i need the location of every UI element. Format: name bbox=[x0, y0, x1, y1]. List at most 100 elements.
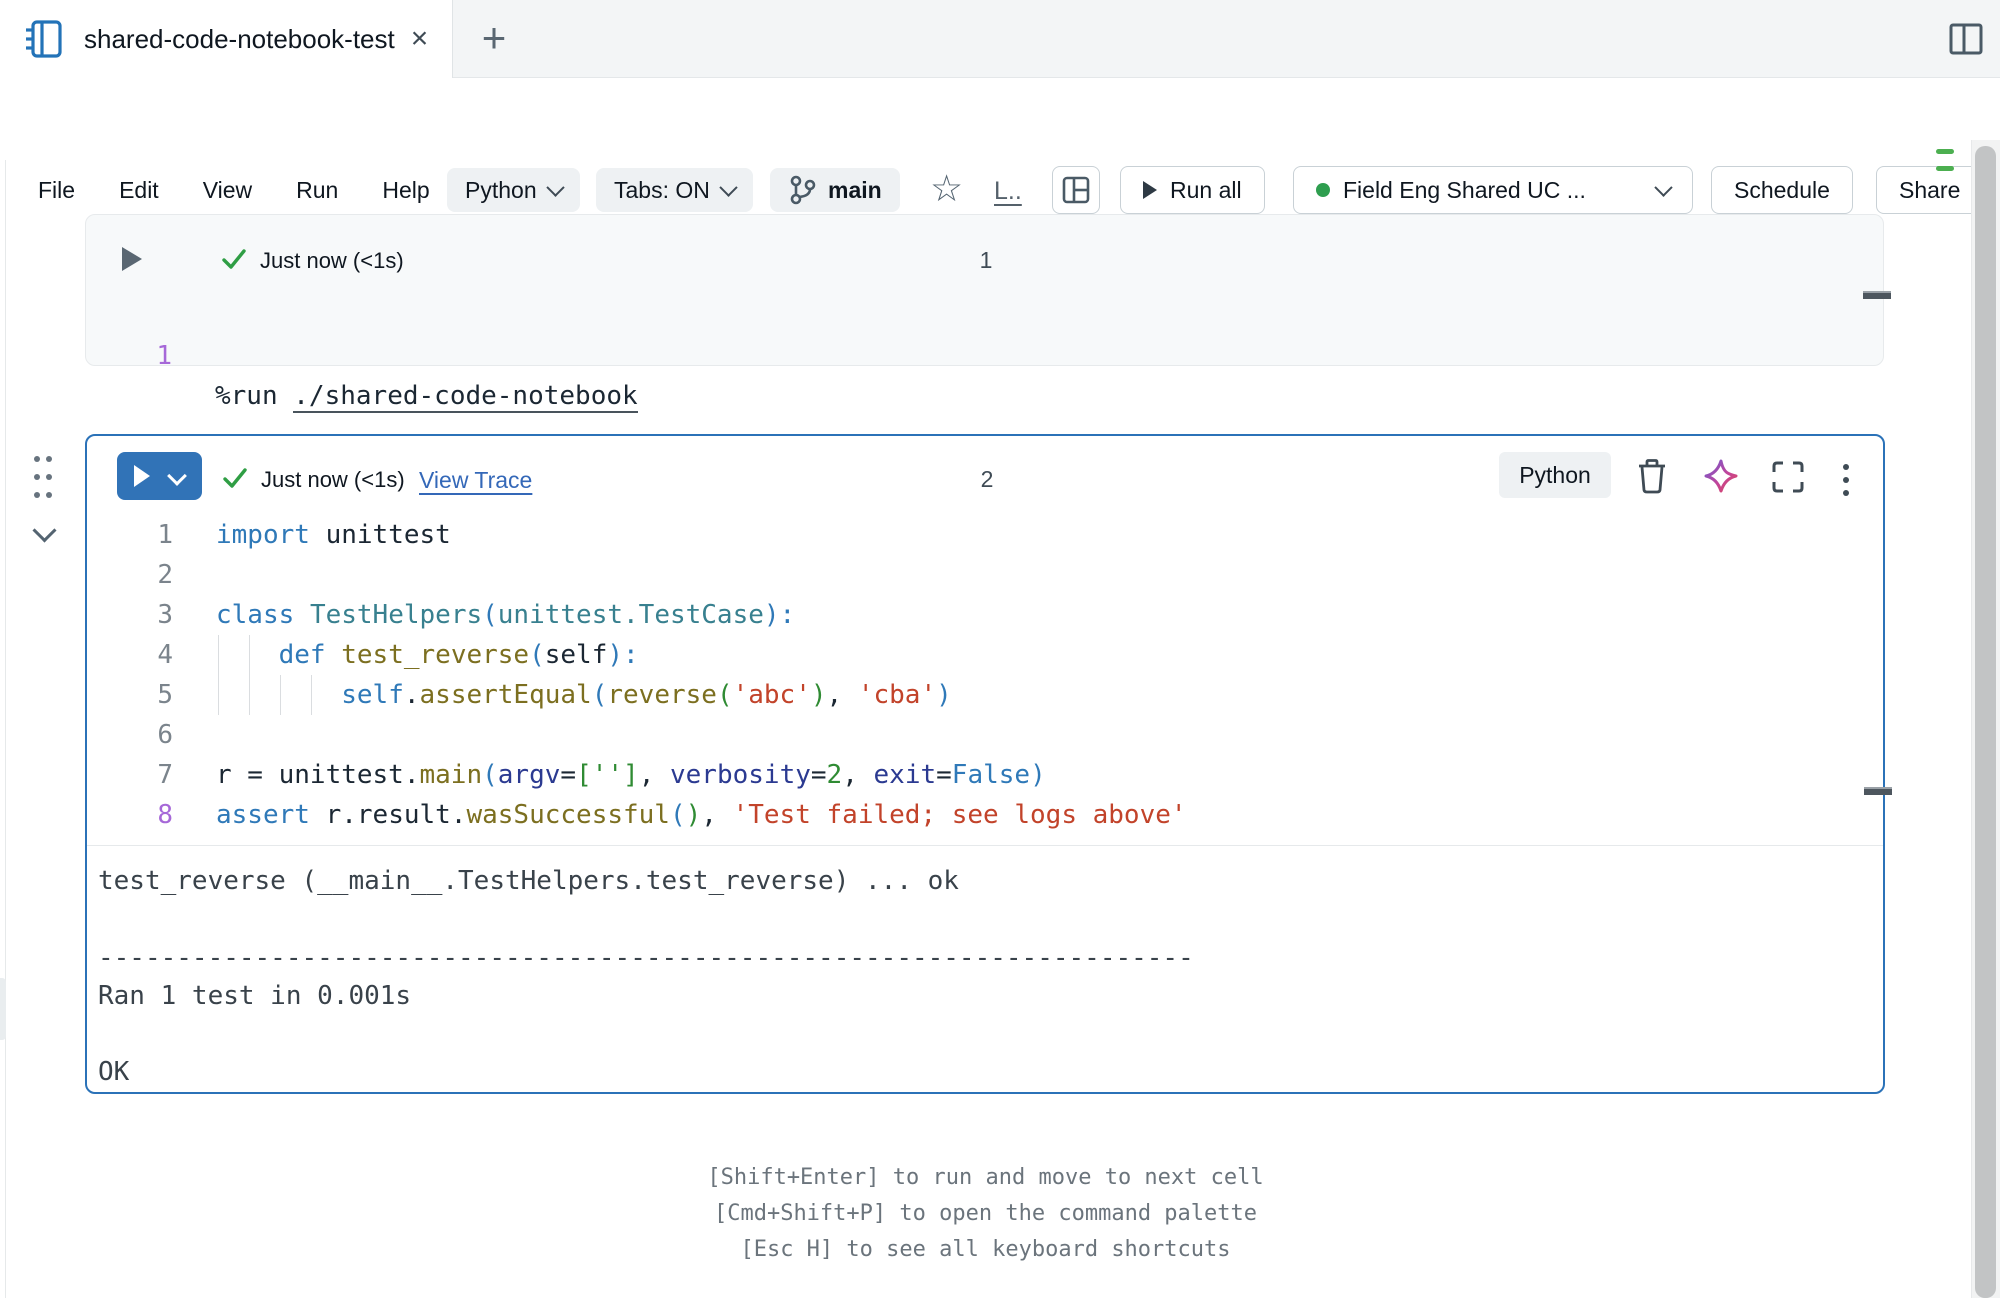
tab-bar: shared-code-notebook-test × + bbox=[0, 0, 2000, 78]
output-line: test_reverse (__main__.TestHelpers.test_… bbox=[98, 862, 1883, 900]
menu-view[interactable]: View bbox=[203, 177, 252, 204]
git-branch-button[interactable]: main bbox=[770, 168, 900, 212]
notebook-tab[interactable]: shared-code-notebook-test × bbox=[0, 0, 453, 78]
cell-2[interactable]: Just now (<1s) View Trace 2 Python bbox=[85, 434, 1885, 1094]
cluster-selector[interactable]: Field Eng Shared UC ... bbox=[1293, 166, 1693, 214]
tab-close-icon[interactable]: × bbox=[411, 24, 429, 54]
tab-title: shared-code-notebook-test bbox=[84, 24, 395, 55]
share-button[interactable]: Share bbox=[1876, 166, 1983, 214]
code-line[interactable]: 1 %run ./shared-code-notebook bbox=[86, 296, 1883, 336]
assistant-sparkle-icon[interactable] bbox=[1703, 458, 1739, 494]
language-selector-label: Python bbox=[465, 177, 537, 204]
minimap-cell-marker[interactable] bbox=[1936, 149, 1954, 154]
code-line[interactable]: 8assert r.result.wasSuccessful(), 'Test … bbox=[87, 795, 1883, 835]
code-text: def test_reverse(self): bbox=[216, 635, 639, 675]
cell-scroll-indicator[interactable] bbox=[1864, 787, 1892, 795]
code-line[interactable]: 5 self.assertEqual(reverse('abc'), 'cba'… bbox=[87, 675, 1883, 715]
code-editor[interactable]: 1 import unittest 23 class TestHelpers(unit… bbox=[87, 515, 1883, 835]
chevron-down-icon bbox=[167, 466, 187, 486]
cell-status: Just now (<1s) bbox=[260, 248, 404, 274]
collapse-cell-icon[interactable] bbox=[32, 518, 56, 542]
schedule-button[interactable]: Schedule bbox=[1711, 166, 1853, 214]
code-text: assert r.result.wasSuccessful(), 'Test f… bbox=[216, 795, 1187, 835]
notebook-app: shared-code-notebook-test × + File Edit Vi… bbox=[0, 0, 2000, 1298]
left-panel-border bbox=[5, 160, 6, 1298]
cell-execution-number: 2 bbox=[947, 466, 1027, 493]
schedule-label: Schedule bbox=[1734, 177, 1830, 204]
success-check-icon bbox=[220, 245, 248, 273]
play-icon bbox=[134, 465, 150, 487]
code-line[interactable]: 4 def test_reverse(self): bbox=[87, 635, 1883, 675]
play-icon bbox=[1143, 181, 1157, 199]
run-cell-icon[interactable] bbox=[122, 247, 142, 271]
line-number: 6 bbox=[103, 715, 173, 755]
line-number: 7 bbox=[103, 755, 173, 795]
output-line bbox=[98, 900, 1883, 938]
cell-execution-number: 1 bbox=[946, 247, 1026, 274]
favorite-star-icon[interactable]: ☆ bbox=[930, 170, 963, 207]
menu-edit[interactable]: Edit bbox=[119, 177, 159, 204]
branch-name: main bbox=[828, 177, 882, 204]
cell-scroll-indicator[interactable] bbox=[1863, 291, 1891, 299]
git-branch-icon bbox=[788, 174, 816, 206]
code-line[interactable]: 7 r = unittest.main(argv=[''], verbosity=… bbox=[87, 755, 1883, 795]
layout-button[interactable] bbox=[1052, 166, 1100, 214]
menu-help[interactable]: Help bbox=[382, 177, 429, 204]
output-line: OK bbox=[98, 1053, 1883, 1091]
split-view-icon[interactable] bbox=[1948, 21, 1984, 57]
tabs-toggle-label: Tabs: ON bbox=[614, 177, 710, 204]
menu-file[interactable]: File bbox=[38, 177, 75, 204]
code-line[interactable]: 3 class TestHelpers(unittest.TestCase): bbox=[87, 595, 1883, 635]
keyboard-hints: [Shift+Enter] to run and move to next ce… bbox=[0, 1160, 1971, 1268]
share-label: Share bbox=[1899, 177, 1960, 204]
code-line[interactable]: 6 bbox=[87, 715, 1883, 755]
left-panel-handle[interactable] bbox=[0, 978, 6, 1040]
menu-run[interactable]: Run bbox=[296, 177, 338, 204]
cell-1[interactable]: Just now (<1s) 1 1 %run ./shared-code-no… bbox=[85, 214, 1884, 366]
run-all-button[interactable]: Run all bbox=[1120, 166, 1265, 214]
cell-output: test_reverse (__main__.TestHelpers.test_… bbox=[87, 845, 1883, 1094]
line-number: 4 bbox=[103, 635, 173, 675]
keyboard-hint: [Shift+Enter] to run and move to next ce… bbox=[0, 1160, 1971, 1196]
truncated-link[interactable]: L.. bbox=[994, 177, 1022, 206]
language-selector[interactable]: Python bbox=[447, 168, 580, 212]
line-number: 2 bbox=[103, 555, 173, 595]
layout-grid-icon bbox=[1061, 175, 1091, 205]
code-text: class TestHelpers(unittest.TestCase): bbox=[216, 595, 795, 635]
code-line[interactable]: 1 import unittest bbox=[87, 515, 1883, 555]
new-tab-button[interactable]: + bbox=[470, 14, 518, 62]
menu-bar: File Edit View Run Help bbox=[38, 166, 430, 214]
minimap-cell-marker[interactable] bbox=[1936, 166, 1954, 171]
run-all-label: Run all bbox=[1170, 177, 1242, 204]
cell-language-badge[interactable]: Python bbox=[1499, 452, 1611, 498]
success-check-icon bbox=[221, 464, 249, 492]
code-text: self.assertEqual(reverse('abc'), 'cba') bbox=[216, 675, 952, 715]
keyboard-hint: [Esc H] to see all keyboard shortcuts bbox=[0, 1232, 1971, 1268]
cell-menu-icon[interactable] bbox=[1843, 464, 1851, 503]
cluster-status-dot bbox=[1316, 183, 1330, 197]
expand-cell-icon[interactable] bbox=[1771, 460, 1805, 494]
output-line: Ran 1 test in 0.001s bbox=[98, 977, 1883, 1015]
output-line: ----------------------------------------… bbox=[98, 939, 1883, 977]
scrollbar-thumb[interactable] bbox=[1975, 146, 1996, 1298]
cell-drag-handle[interactable] bbox=[34, 456, 64, 510]
line-number: 3 bbox=[103, 595, 173, 635]
run-cell-button[interactable] bbox=[117, 452, 202, 500]
cell-status: Just now (<1s) bbox=[261, 467, 405, 493]
code-text: import unittest bbox=[216, 515, 451, 555]
line-number: 1 bbox=[102, 336, 172, 376]
line-number: 1 bbox=[103, 515, 173, 555]
view-trace-link[interactable]: View Trace bbox=[419, 467, 532, 494]
chevron-down-icon bbox=[546, 178, 564, 196]
line-number: 5 bbox=[103, 675, 173, 715]
cluster-name: Field Eng Shared UC ... bbox=[1343, 177, 1644, 204]
code-text: %run ./shared-code-notebook bbox=[215, 376, 638, 416]
chevron-down-icon bbox=[719, 178, 737, 196]
delete-cell-icon[interactable] bbox=[1635, 458, 1669, 494]
keyboard-hint: [Cmd+Shift+P] to open the command palett… bbox=[0, 1196, 1971, 1232]
output-line bbox=[98, 1015, 1883, 1053]
code-text: r = unittest.main(argv=[''], verbosity=2… bbox=[216, 755, 1046, 795]
chevron-down-icon bbox=[1654, 178, 1672, 196]
tabs-toggle[interactable]: Tabs: ON bbox=[596, 168, 753, 212]
code-line[interactable]: 2 bbox=[87, 555, 1883, 595]
